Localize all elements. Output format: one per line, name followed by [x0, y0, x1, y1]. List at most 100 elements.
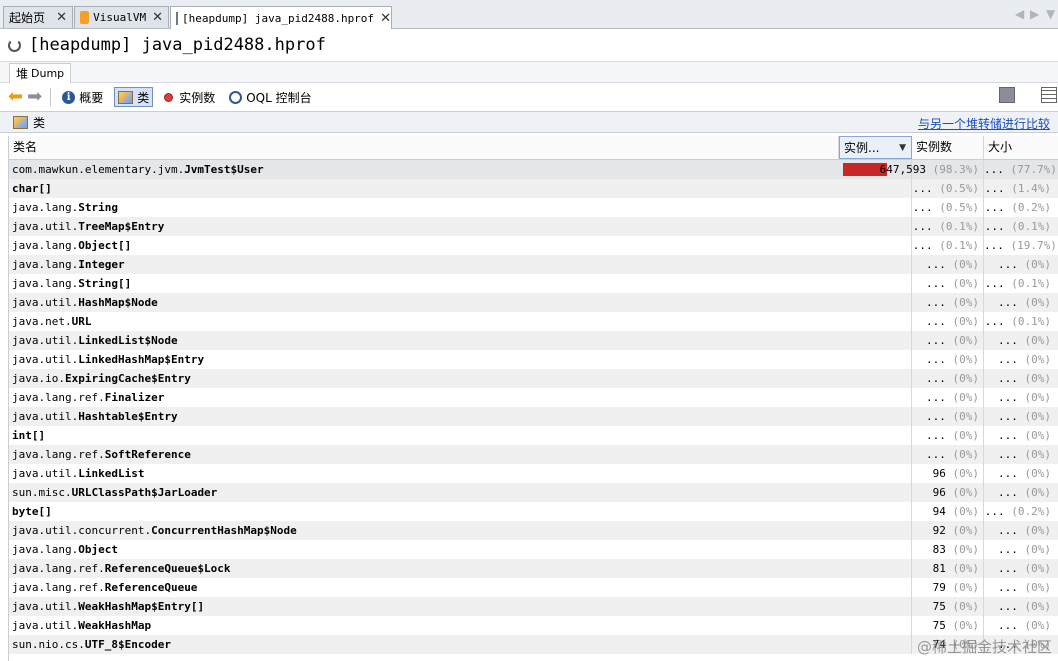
- size-cell: ... (0%): [984, 293, 1058, 312]
- table-row[interactable]: int[]... (0%)... (0%): [9, 426, 1058, 445]
- table-row[interactable]: java.lang.ref.ReferenceQueue$Lock 81 (0%)…: [9, 559, 1058, 578]
- size-value: ...: [998, 353, 1018, 366]
- size-percent: (0%): [1024, 258, 1052, 271]
- tab-scroll-right-icon[interactable]: ▶: [1030, 7, 1039, 21]
- instances-bar-cell: [839, 635, 912, 654]
- oql-label: OQL 控制台: [246, 90, 312, 105]
- class-package: java.util.: [12, 296, 79, 309]
- instances-button[interactable]: 实例数: [161, 87, 218, 107]
- size-cell: ... (0%): [984, 255, 1058, 274]
- classes-panel-header: 类 与另一个堆转储进行比较: [0, 111, 1058, 133]
- table-row[interactable]: java.util.TreeMap$Entry... (0.1%)... (0.…: [9, 217, 1058, 236]
- tab-list-icon[interactable]: ▼: [1046, 7, 1055, 21]
- class-simple-name: ReferenceQueue: [104, 581, 198, 594]
- size-value: ...: [984, 505, 1005, 518]
- classes-label: 类: [137, 90, 150, 105]
- table-row[interactable]: java.lang.Object 83 (0%)... (0%): [9, 540, 1058, 559]
- class-name-cell: java.lang.ref.ReferenceQueue$Lock: [12, 559, 837, 578]
- size-value: ...: [998, 600, 1018, 613]
- instances-count-cell: ... (0%): [912, 274, 984, 293]
- instances-count: ...: [926, 334, 946, 347]
- class-package: java.net.: [12, 315, 72, 328]
- table-row[interactable]: java.util.concurrent.ConcurrentHashMap$N…: [9, 521, 1058, 540]
- table-row[interactable]: java.lang.ref.SoftReference... (0%)... (…: [9, 445, 1058, 464]
- table-row[interactable]: java.util.LinkedList$Node... (0%)... (0%…: [9, 331, 1058, 350]
- instances-percent: (0%): [952, 505, 980, 518]
- table-row[interactable]: char[]... (0.5%)... (1.4%): [9, 179, 1058, 198]
- oql-console-button[interactable]: OQL 控制台: [226, 87, 314, 107]
- table-row[interactable]: java.util.WeakHashMap 75 (0%)... (0%): [9, 616, 1058, 635]
- options-icon[interactable]: [1041, 87, 1057, 103]
- class-name-cell: java.net.URL: [12, 312, 837, 331]
- table-row[interactable]: java.lang.ref.ReferenceQueue 79 (0%)... (…: [9, 578, 1058, 597]
- size-value: ...: [984, 239, 1004, 252]
- panel-title: 类: [33, 115, 46, 130]
- table-row[interactable]: sun.misc.URLClassPath$JarLoader 96 (0%)..…: [9, 483, 1058, 502]
- instances-count-cell: 83 (0%): [912, 540, 984, 559]
- table-row[interactable]: java.lang.String[]... (0%)... (0.1%): [9, 274, 1058, 293]
- summary-label: 概要: [79, 90, 104, 105]
- instances-percent: (0%): [952, 486, 980, 499]
- table-row[interactable]: java.util.WeakHashMap$Entry[] 75 (0%)... …: [9, 597, 1058, 616]
- compare-heapdump-link[interactable]: 与另一个堆转储进行比较: [918, 115, 1050, 132]
- size-cell: ... (0%): [984, 616, 1058, 635]
- close-icon[interactable]: ✕: [374, 11, 391, 26]
- instances-percent: (0%): [952, 543, 980, 556]
- class-name-cell: java.lang.ref.Finalizer: [12, 388, 837, 407]
- class-package: java.util.: [12, 600, 79, 613]
- table-row[interactable]: java.lang.ref.Finalizer... (0%)... (0%): [9, 388, 1058, 407]
- class-simple-name: Object[]: [78, 239, 132, 252]
- instances-bar-cell: [839, 217, 912, 236]
- instances-count: ...: [926, 391, 946, 404]
- column-header-instances-bar[interactable]: 实例... ▼: [839, 136, 912, 159]
- table-row[interactable]: byte[] 94 (0%)... (0.2%): [9, 502, 1058, 521]
- size-percent: (0%): [1024, 448, 1052, 461]
- column-header-size[interactable]: 大小: [984, 136, 1058, 159]
- size-cell: ... (0%): [984, 369, 1058, 388]
- column-header-instances[interactable]: 实例数: [912, 136, 984, 159]
- instances-count-cell: 75 (0%): [912, 597, 984, 616]
- class-name-cell: java.util.LinkedList: [12, 464, 837, 483]
- close-icon[interactable]: ✕: [146, 10, 163, 25]
- table-row[interactable]: java.util.LinkedHashMap$Entry... (0%)...…: [9, 350, 1058, 369]
- close-icon[interactable]: ✕: [50, 10, 67, 25]
- size-percent: (77.7%): [1010, 163, 1057, 176]
- class-package: java.util.: [12, 220, 79, 233]
- column-header-class-name[interactable]: 类名: [9, 136, 839, 159]
- forward-arrow-icon[interactable]: ➡: [27, 88, 42, 106]
- table-row[interactable]: java.lang.Object[]... (0.1%)... (19.7%): [9, 236, 1058, 255]
- size-percent: (0.1%): [1011, 220, 1051, 233]
- table-row[interactable]: com.mawkun.elementary.jvm.JvmTest$User 64…: [9, 160, 1058, 179]
- classes-icon: [118, 90, 134, 104]
- back-arrow-icon[interactable]: ⬅: [8, 88, 23, 106]
- table-row[interactable]: java.lang.String... (0.5%)... (0.2%): [9, 198, 1058, 217]
- table-row[interactable]: java.util.HashMap$Node... (0%)... (0%): [9, 293, 1058, 312]
- class-simple-name: WeakHashMap$Entry[]: [78, 600, 205, 613]
- class-package: java.lang.: [12, 201, 79, 214]
- tab-visualvm[interactable]: VisualVM ✕: [74, 6, 169, 28]
- subtab-heap-dump[interactable]: 堆 Dump: [9, 63, 72, 83]
- classes-button[interactable]: 类: [114, 87, 154, 107]
- save-heapdump-icon[interactable]: [999, 87, 1015, 103]
- summary-button[interactable]: i 概要: [59, 87, 106, 107]
- table-row[interactable]: java.net.URL... (0%)... (0.1%): [9, 312, 1058, 331]
- class-simple-name: ReferenceQueue$Lock: [104, 562, 231, 575]
- table-row[interactable]: sun.nio.cs.UTF_8$Encoder 74 (0%)... (0%): [9, 635, 1058, 654]
- tab-scroll-left-icon[interactable]: ◀: [1015, 7, 1024, 21]
- table-row[interactable]: java.util.Hashtable$Entry... (0%)... (0%…: [9, 407, 1058, 426]
- size-percent: (0%): [1024, 524, 1052, 537]
- table-row[interactable]: java.io.ExpiringCache$Entry... (0%)... (…: [9, 369, 1058, 388]
- table-row[interactable]: java.lang.Integer... (0%)... (0%): [9, 255, 1058, 274]
- class-name-cell: char[]: [12, 179, 837, 198]
- instances-percent: (0%): [952, 258, 980, 271]
- instances-count: ...: [926, 353, 946, 366]
- tab-start-page[interactable]: 起始页 ✕: [3, 6, 73, 28]
- size-value: ...: [984, 182, 1005, 195]
- size-value: ...: [998, 486, 1018, 499]
- tab-heapdump[interactable]: [heapdump] java_pid2488.hprof ✕: [170, 6, 392, 29]
- class-simple-name: int[]: [12, 429, 46, 442]
- size-percent: (0%): [1024, 600, 1052, 613]
- instances-percent: (0%): [952, 429, 980, 442]
- class-simple-name: HashMap$Node: [78, 296, 158, 309]
- table-row[interactable]: java.util.LinkedList 96 (0%)... (0%): [9, 464, 1058, 483]
